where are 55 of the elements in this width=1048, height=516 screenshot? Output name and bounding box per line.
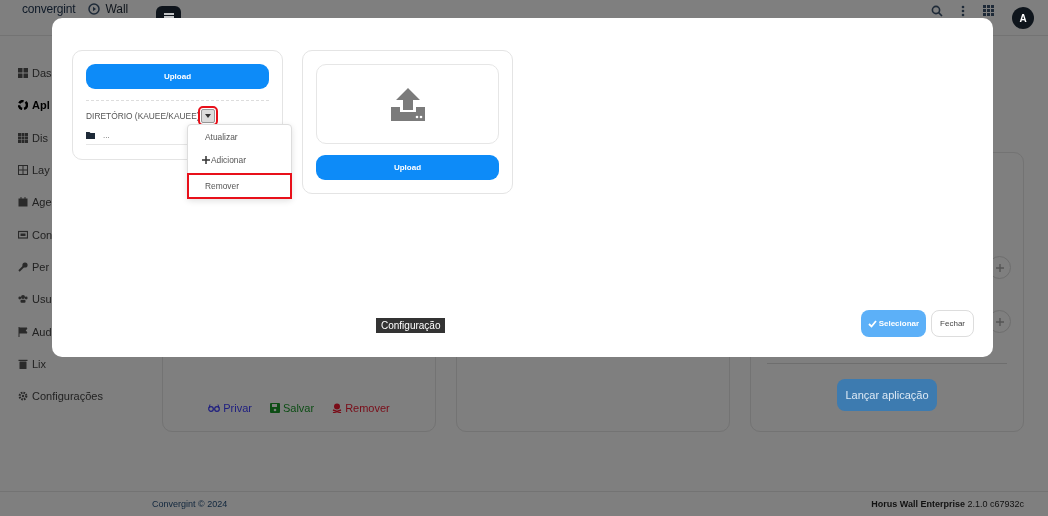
menu-item-icon: [18, 132, 28, 143]
tooltip: Configuração: [376, 318, 446, 333]
upload-icon: [390, 87, 425, 121]
app-name: Wall: [105, 2, 129, 16]
settings-icon: [18, 391, 28, 402]
directory-label: DIRETÓRIO (KAUEE/KAUEE): [86, 111, 200, 121]
folder-icon: [86, 131, 95, 139]
menu-item-icon: [18, 165, 28, 176]
product-name: Horus Wall Enterprise: [871, 499, 965, 509]
avatar[interactable]: A: [1012, 7, 1034, 29]
menu-item[interactable]: Remover: [188, 174, 291, 198]
plus-icon: [995, 317, 1004, 326]
upload-drop-area[interactable]: [316, 64, 499, 144]
version-text: 2.1.0 c67932c: [967, 499, 1024, 509]
check-icon: [867, 319, 877, 328]
menu-item-icon: [18, 326, 28, 337]
menu-item-icon: [18, 197, 28, 208]
action-link[interactable]: Salvar: [269, 402, 315, 414]
sidebar-item[interactable]: Lay: [18, 153, 50, 187]
sidebar-item[interactable]: Apl: [18, 89, 50, 122]
more-icon[interactable]: [961, 5, 965, 17]
sidebar-item[interactable]: Usu: [18, 283, 52, 316]
menu-item-icon: [18, 294, 28, 305]
sidebar-item[interactable]: Dis: [18, 121, 48, 154]
select-button[interactable]: Selecionar: [860, 310, 927, 337]
play-circle-icon: [88, 3, 101, 15]
search-icon[interactable]: [931, 5, 943, 17]
menu-item[interactable]: Adicionar: [188, 148, 291, 171]
upload-button[interactable]: Upload: [316, 155, 499, 180]
action-link[interactable]: Privar: [208, 402, 252, 414]
sidebar-item[interactable]: Configurações: [18, 379, 103, 413]
action-link[interactable]: Remover: [332, 402, 390, 414]
close-button[interactable]: Fechar: [931, 310, 974, 337]
caret-icon: [204, 114, 211, 118]
plus-icon: [995, 263, 1004, 272]
logo: convergint: [22, 2, 76, 16]
sidebar-item[interactable]: Lix: [18, 347, 47, 380]
menu-item-icon: [18, 358, 28, 369]
skull-icon: [332, 403, 343, 413]
launch-button[interactable]: Lançar aplicação: [837, 379, 937, 411]
apps-grid-icon[interactable]: [983, 5, 994, 16]
menu-item-icon: [18, 68, 28, 79]
menu-item-icon: [18, 100, 28, 111]
glasses-icon: [208, 404, 221, 412]
upload-button[interactable]: Upload: [86, 64, 269, 89]
dropdown-toggle[interactable]: [200, 109, 215, 123]
copyright-text: Convergint © 2024: [152, 499, 228, 509]
plus-icon: [202, 155, 210, 164]
menu-item-icon: [18, 229, 28, 240]
sidebar-item[interactable]: Das: [18, 57, 52, 90]
sidebar-item[interactable]: Aud: [18, 315, 52, 348]
sidebar-item[interactable]: Per: [18, 250, 50, 284]
sidebar-item[interactable]: Age: [18, 186, 52, 219]
sidebar-item[interactable]: Con: [18, 218, 53, 251]
menu-item-icon: [18, 261, 28, 272]
